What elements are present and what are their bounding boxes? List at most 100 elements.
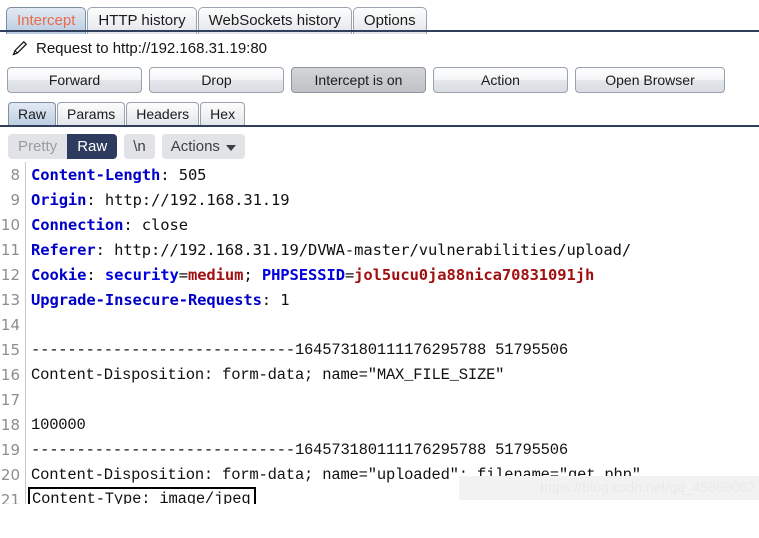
token-hdr: Referer	[31, 240, 96, 259]
line-content[interactable]: Content-Type: image/jpeg	[25, 487, 257, 504]
sub-tab-bar-rule	[0, 125, 759, 127]
message-tab-hex[interactable]: Hex	[200, 102, 246, 126]
line-number: 12	[0, 265, 20, 284]
token-plain: Content-Disposition: form-data; name="MA…	[31, 365, 505, 384]
code-line[interactable]: 10 Connection: close	[0, 212, 759, 237]
actions-label: Actions	[170, 138, 220, 155]
line-content[interactable]: -----------------------------16457318011…	[25, 441, 568, 459]
token-plain: : http://192.168.31.19/DVWA-master/vulne…	[95, 240, 632, 259]
message-tab-raw[interactable]: Raw	[8, 102, 57, 126]
line-content[interactable]: -----------------------------16457318011…	[25, 341, 568, 359]
selected-text-box[interactable]: Content-Type: image/jpeg	[28, 487, 257, 504]
line-number: 15	[0, 340, 20, 359]
code-line[interactable]: 13 Upgrade-Insecure-Requests: 1	[0, 287, 759, 312]
code-line[interactable]: 12 Cookie: security=medium; PHPSESSID=jol…	[0, 262, 759, 287]
open-browser-button[interactable]: Open Browser	[575, 67, 725, 93]
message-tab-params[interactable]: Params	[57, 102, 126, 126]
line-number: 9	[10, 190, 20, 209]
line-content[interactable]: Content-Disposition: form-data; name="MA…	[25, 366, 504, 384]
message-view-tab-bar: Raw Params Headers Hex	[0, 98, 759, 128]
line-number: 16	[0, 365, 20, 384]
pencil-icon	[10, 38, 30, 58]
line-text: -----------------------------16457318011…	[31, 341, 568, 359]
code-line[interactable]: 17	[0, 387, 759, 412]
tab-bar-rule	[0, 30, 759, 32]
message-tab-headers[interactable]: Headers	[126, 102, 200, 126]
line-number: 14	[0, 315, 20, 334]
line-content[interactable]: Connection: close	[25, 216, 188, 234]
line-number: 18	[0, 415, 20, 434]
line-number: 21	[0, 490, 20, 505]
pretty-raw-toggle[interactable]: Pretty Raw	[8, 134, 118, 159]
line-text: Content-Length: 505	[31, 166, 206, 184]
line-text: Upgrade-Insecure-Requests: 1	[31, 291, 290, 309]
token-ckey: PHPSESSID	[261, 265, 345, 284]
line-text: -----------------------------16457318011…	[31, 441, 568, 459]
token-plain: 100000	[31, 415, 86, 434]
line-content[interactable]: Content-Length: 505	[25, 166, 206, 184]
token-hdr: Content-Length	[31, 165, 161, 184]
raw-message-editor[interactable]: 8 Content-Length: 505 9 Origin: http://192.…	[0, 162, 759, 504]
watermark-band	[459, 476, 759, 500]
code-line[interactable]: 16 Content-Disposition: form-data; name="…	[0, 362, 759, 387]
token-cval: medium	[187, 265, 244, 284]
request-title: Request to http://192.168.31.19:80	[36, 39, 268, 57]
line-number: 13	[0, 290, 20, 309]
token-plain: -----------------------------16457318011…	[31, 440, 568, 459]
token-hdr: Connection	[31, 215, 124, 234]
line-text: Origin: http://192.168.31.19	[31, 191, 290, 209]
token-plain: : http://192.168.31.19	[86, 190, 290, 209]
line-content[interactable]: Upgrade-Insecure-Requests: 1	[25, 291, 290, 309]
line-text: Connection: close	[31, 216, 188, 234]
code-line[interactable]: 14	[0, 312, 759, 337]
token-hdr: Cookie	[31, 265, 87, 284]
main-tab-bar: Intercept HTTP history WebSockets history O…	[0, 0, 759, 34]
newline-label: \n	[133, 138, 146, 155]
action-button[interactable]: Action	[433, 67, 568, 93]
token-plain: :	[86, 265, 105, 284]
code-line[interactable]: 8 Content-Length: 505	[0, 162, 759, 187]
forward-button[interactable]: Forward	[7, 67, 142, 93]
code-line[interactable]: 19 -----------------------------164573180…	[0, 437, 759, 462]
code-line[interactable]: 18 100000	[0, 412, 759, 437]
line-number: 11	[0, 240, 20, 259]
line-content[interactable]: Origin: http://192.168.31.19	[25, 191, 290, 209]
code-line[interactable]: 15 -----------------------------164573180…	[0, 337, 759, 362]
line-number: 8	[10, 165, 20, 184]
raw-button[interactable]: Raw	[67, 134, 118, 159]
line-content[interactable]: 100000	[25, 416, 86, 434]
intercept-action-bar: Forward Drop Intercept is on Action Open…	[0, 62, 759, 98]
line-number: 10	[0, 215, 20, 234]
pretty-button[interactable]: Pretty	[8, 134, 68, 159]
line-number: 19	[0, 440, 20, 459]
drop-button[interactable]: Drop	[149, 67, 284, 93]
chevron-down-icon	[225, 144, 236, 151]
line-content[interactable]: Cookie: security=medium; PHPSESSID=jol5u…	[25, 266, 594, 284]
request-header-row: Request to http://192.168.31.19:80	[0, 34, 759, 62]
line-number: 20	[0, 465, 20, 484]
newline-button[interactable]: \n	[124, 134, 155, 159]
message-editor-toolbar: Pretty Raw \n Actions	[0, 128, 759, 162]
token-plain: -----------------------------16457318011…	[31, 340, 568, 359]
token-ckey: security	[104, 265, 179, 284]
token-hdr: Origin	[31, 190, 87, 209]
token-plain: : close	[123, 215, 188, 234]
line-number: 17	[0, 390, 20, 409]
token-plain: ;	[243, 265, 262, 284]
token-cval: jol5ucu0ja88nica70831091jh	[354, 265, 595, 284]
line-content[interactable]: Referer: http://192.168.31.19/DVWA-maste…	[25, 241, 631, 259]
token-plain: =	[178, 265, 188, 284]
token-plain: =	[344, 265, 355, 284]
line-text: Cookie: security=medium; PHPSESSID=jol5u…	[31, 266, 594, 284]
actions-menu-button[interactable]: Actions	[161, 134, 245, 159]
code-line[interactable]: 9 Origin: http://192.168.31.19	[0, 187, 759, 212]
token-hdr: Upgrade-Insecure-Requests	[31, 290, 262, 309]
message-code-area[interactable]: 8 Content-Length: 505 9 Origin: http://192.…	[0, 162, 759, 504]
line-text: Content-Disposition: form-data; name="MA…	[31, 366, 504, 384]
token-plain: : 505	[160, 165, 207, 184]
token-plain: Content-Type: image/jpeg	[32, 490, 251, 504]
code-line[interactable]: 11 Referer: http://192.168.31.19/DVWA-mas…	[0, 237, 759, 262]
line-text: Referer: http://192.168.31.19/DVWA-maste…	[31, 241, 631, 259]
line-text: 100000	[31, 416, 86, 434]
intercept-toggle-button[interactable]: Intercept is on	[291, 67, 426, 93]
